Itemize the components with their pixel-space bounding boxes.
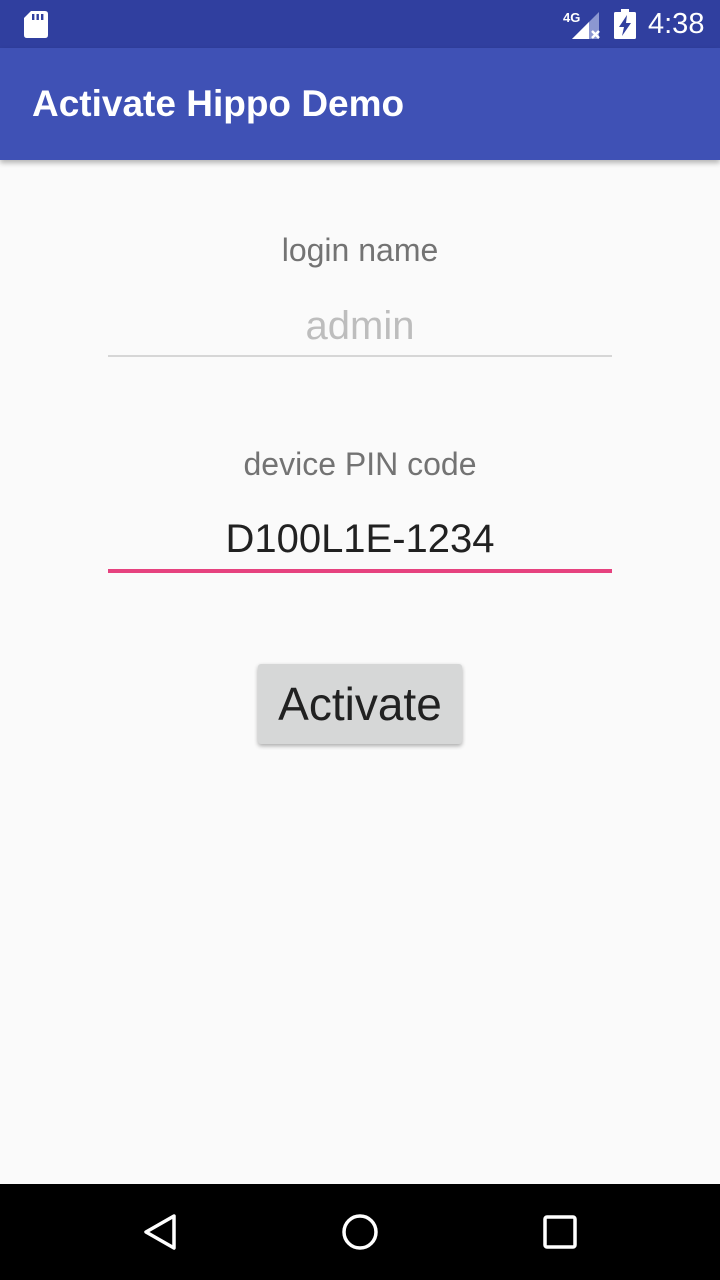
app-title: Activate Hippo Demo — [32, 83, 405, 124]
login-name-input[interactable] — [108, 296, 612, 356]
status-clock: 4:38 — [648, 8, 705, 40]
home-icon[interactable] — [340, 1212, 380, 1252]
signal-4g-icon: 4G — [563, 10, 600, 39]
navigation-bar — [0, 1184, 720, 1280]
login-name-underline — [108, 355, 612, 357]
sd-card-icon — [24, 11, 48, 38]
recents-icon[interactable] — [542, 1214, 578, 1250]
network-type-label: 4G — [563, 10, 580, 25]
back-icon[interactable] — [140, 1212, 180, 1252]
app-bar: Activate Hippo Demo — [0, 48, 720, 160]
status-bar: 4G 4:38 — [0, 0, 720, 48]
activation-form: login name device PIN code Activate — [0, 160, 720, 1184]
activate-button[interactable]: Activate — [258, 664, 462, 744]
battery-charging-icon — [614, 9, 636, 39]
device-pin-input[interactable] — [108, 509, 612, 569]
device-pin-underline — [108, 569, 612, 573]
device-pin-label: device PIN code — [243, 446, 477, 482]
login-name-label: login name — [281, 232, 439, 268]
